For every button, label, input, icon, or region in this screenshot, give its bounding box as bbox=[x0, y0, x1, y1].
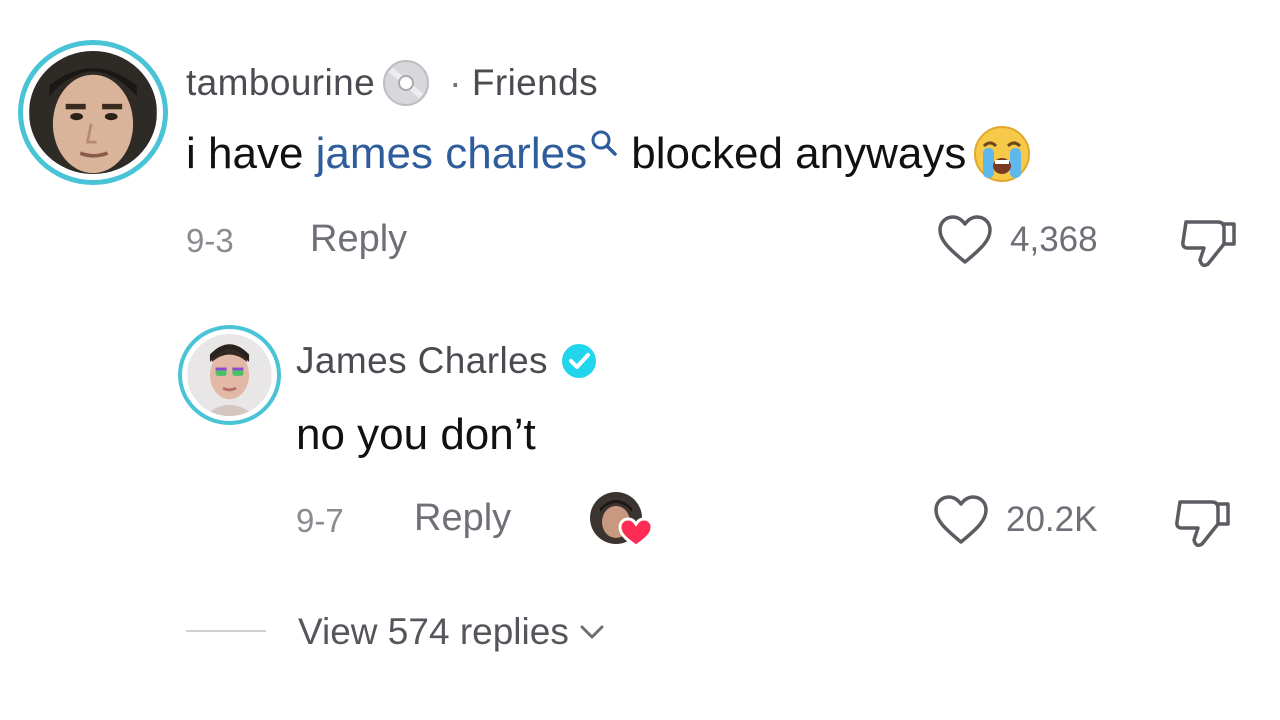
like-control: 4,368 bbox=[936, 214, 1098, 266]
avatar-photo bbox=[187, 334, 272, 416]
search-icon[interactable] bbox=[589, 128, 619, 158]
reply-button[interactable]: Reply bbox=[414, 497, 511, 540]
replier-avatar[interactable] bbox=[178, 325, 281, 425]
reply-button[interactable]: Reply bbox=[310, 218, 407, 261]
heart-icon[interactable] bbox=[936, 214, 994, 266]
avatar-photo bbox=[29, 51, 157, 174]
comments-panel: tambourine · Friends i have james charle… bbox=[0, 0, 1280, 720]
view-replies-button[interactable]: View 574 replies bbox=[298, 611, 605, 653]
mention-link[interactable]: james charles bbox=[316, 129, 587, 179]
like-count: 4,368 bbox=[1010, 220, 1098, 259]
dislike-icon[interactable] bbox=[1172, 494, 1234, 550]
comment-body: i have james charles blocked anyways bbox=[186, 124, 1032, 184]
like-control: 20.2K bbox=[932, 494, 1097, 546]
view-replies-label: View 574 replies bbox=[298, 611, 569, 652]
replier-username[interactable]: James Charles bbox=[296, 340, 548, 382]
creator-liked-heart-icon bbox=[588, 490, 658, 550]
dislike-icon[interactable] bbox=[1178, 214, 1240, 270]
commenter-username[interactable]: tambourine bbox=[186, 62, 375, 104]
reply-header: James Charles bbox=[296, 340, 598, 382]
comment-date: 9-3 bbox=[186, 222, 234, 259]
commenter-avatar[interactable] bbox=[18, 40, 168, 185]
comment-header: tambourine · Friends bbox=[186, 58, 598, 108]
chevron-down-icon bbox=[579, 623, 605, 641]
crying-emoji-icon bbox=[972, 124, 1032, 184]
friends-tag: Friends bbox=[471, 62, 599, 103]
disc-icon bbox=[377, 58, 435, 108]
like-count: 20.2K bbox=[1006, 500, 1098, 539]
reply-date: 9-7 bbox=[296, 502, 344, 539]
comment-text-after: blocked anyways bbox=[619, 129, 967, 178]
replies-divider bbox=[186, 630, 266, 632]
verified-badge-icon bbox=[560, 342, 598, 380]
tag-separator: · bbox=[449, 62, 462, 103]
heart-icon[interactable] bbox=[932, 494, 990, 546]
reply-body: no you don’t bbox=[296, 410, 536, 459]
comment-text-before: i have bbox=[186, 129, 316, 178]
